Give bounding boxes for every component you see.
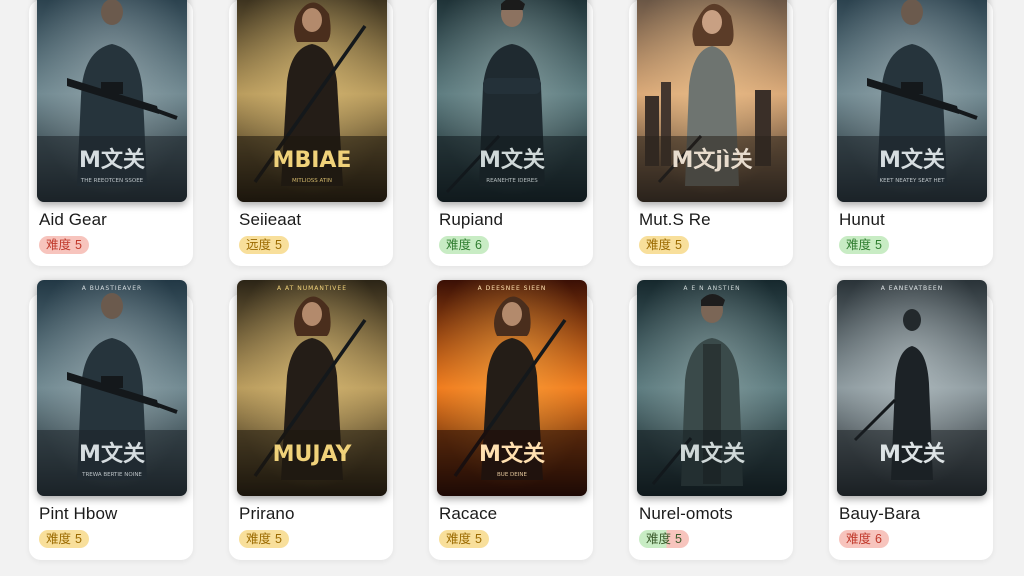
movie-title: Nurel-omots	[639, 504, 733, 523]
poster-sub-text: TREWA BERTIE NOINE	[81, 472, 142, 478]
movie-poster[interactable]: A E NS ATIER M文关 THE REEOTCEN SSOEE	[37, 0, 187, 202]
poster-sub-text: MITLIOSS ATIN	[292, 178, 332, 184]
poster-art: A BUASTIEAVER M文关 TREWA BERTIE NOINE	[37, 280, 187, 496]
difficulty-label: 难度	[46, 532, 72, 546]
movie-grid: A E NS ATIER M文关 THE REEOTCEN SSOEE Aid …	[0, 0, 1024, 576]
poster-art: A E NS ATIER M文关 KEET NEATEY SEAT HET	[837, 0, 987, 202]
poster-title-text: M文jì关	[672, 147, 753, 173]
difficulty-label: 难度	[846, 238, 872, 252]
poster-title-text: M文关	[479, 147, 545, 173]
poster-sub-text: REANEHTE IDERES	[486, 178, 538, 184]
difficulty-badge: 难度 5	[839, 236, 889, 254]
poster-title-text: M文关	[679, 441, 745, 467]
movie-poster[interactable]: A DEESNEE SIEEN M文关 BUE DEINE	[437, 280, 587, 496]
movie-poster[interactable]: A UNAT BEE MBIAE MITLIOSS ATIN	[237, 0, 387, 202]
movie-title: Hunut	[839, 210, 885, 229]
movie-title: Bauy-Bara	[839, 504, 921, 523]
difficulty-label: 难度	[46, 238, 72, 252]
difficulty-label: 难度	[646, 238, 672, 252]
poster-title-text: M文关	[79, 441, 145, 467]
movie-title: Aid Gear	[39, 210, 107, 229]
movie-card[interactable]: A E NS ATIER M文关 THE REEOTCEN SSOEE Aid …	[29, 0, 193, 266]
poster-art: A DEESNEE SIEEN M文关 BUE DEINE	[437, 280, 587, 496]
movie-card[interactable]: A E NS ATIER M文关 KEET NEATEY SEAT HET Hu…	[829, 0, 993, 266]
difficulty-badge: 难度 5	[39, 236, 89, 254]
movie-title: Seiieaat	[239, 210, 302, 229]
difficulty-level: 5	[75, 238, 82, 252]
poster-title-text: MBIAE	[273, 148, 352, 173]
poster-title-text: M文关	[79, 147, 145, 173]
poster-title-text: MUJAY	[273, 442, 353, 467]
movie-poster[interactable]: A EANEVATBEEN M文关	[837, 280, 987, 496]
poster-art: M文jì关	[637, 0, 787, 202]
poster-sub-text: KEET NEATEY SEAT HET	[880, 178, 946, 184]
movie-card[interactable]: A EANEVATBEEN M文关 Bauy-Bara 难度 6	[829, 280, 993, 560]
movie-card[interactable]: A ENSANLEEN M文关 REANEHTE IDERES Rupiand …	[429, 0, 593, 266]
difficulty-level: 5	[75, 532, 82, 546]
poster-title-text: M文关	[879, 147, 945, 173]
movie-card[interactable]: A DEESNEE SIEEN M文关 BUE DEINE Racace 难度 5	[429, 280, 593, 560]
difficulty-badge: 难度 5	[439, 530, 489, 548]
movie-poster[interactable]: A AT NUMANTIVEE MUJAY	[237, 280, 387, 496]
movie-poster[interactable]: A E N ANSTIEN M文关	[637, 280, 787, 496]
poster-top-text: A EANEVATBEEN	[881, 285, 943, 292]
movie-card[interactable]: A BUASTIEAVER M文关 TREWA BERTIE NOINE Pin…	[29, 280, 193, 560]
poster-sub-text: THE REEOTCEN SSOEE	[80, 178, 144, 184]
poster-art: A UNAT BEE MBIAE MITLIOSS ATIN	[237, 0, 387, 202]
movie-title: Mut.S Re	[639, 210, 711, 229]
poster-art: A E NS ATIER M文关 THE REEOTCEN SSOEE	[37, 0, 187, 202]
poster-title-text: M文关	[479, 441, 545, 467]
poster-art: A EANEVATBEEN M文关	[837, 280, 987, 496]
difficulty-badge: 难度 5	[639, 236, 689, 254]
difficulty-level: 5	[275, 238, 282, 252]
difficulty-label: 难度	[646, 532, 672, 546]
movie-card[interactable]: M文jì关 Mut.S Re 难度 5	[629, 0, 793, 266]
difficulty-label: 难度	[246, 532, 272, 546]
movie-title: Rupiand	[439, 210, 504, 229]
difficulty-label: 难度	[846, 532, 872, 546]
movie-poster[interactable]: A BUASTIEAVER M文关 TREWA BERTIE NOINE	[37, 280, 187, 496]
movie-card[interactable]: A E N ANSTIEN M文关 Nurel-omots 难度 5	[629, 280, 793, 560]
poster-title-text: M文关	[879, 441, 945, 467]
poster-art: A ENSANLEEN M文关 REANEHTE IDERES	[437, 0, 587, 202]
difficulty-label: 远度	[246, 238, 272, 252]
movie-poster[interactable]: M文jì关	[637, 0, 787, 202]
difficulty-badge: 难度 5	[39, 530, 89, 548]
poster-art: A E N ANSTIEN M文关	[637, 280, 787, 496]
difficulty-level: 5	[475, 532, 482, 546]
difficulty-badge: 难度 6	[439, 236, 489, 254]
poster-top-text: A BUASTIEAVER	[82, 285, 142, 292]
difficulty-level: 5	[875, 238, 882, 252]
movie-title: Racace	[439, 504, 498, 523]
difficulty-badge: 难度 6	[839, 530, 889, 548]
movie-title: Pint Hbow	[39, 504, 118, 523]
poster-top-text: A E N ANSTIEN	[683, 285, 740, 292]
movie-card[interactable]: A AT NUMANTIVEE MUJAY Prirano 难度 5	[229, 280, 393, 560]
difficulty-level: 5	[675, 238, 682, 252]
movie-title: Prirano	[239, 504, 295, 523]
difficulty-label: 难度	[446, 532, 472, 546]
poster-art: A AT NUMANTIVEE MUJAY	[237, 280, 387, 496]
difficulty-badge: 难度 5	[239, 530, 289, 548]
movie-poster[interactable]: A ENSANLEEN M文关 REANEHTE IDERES	[437, 0, 587, 202]
difficulty-level: 6	[875, 532, 882, 546]
movie-poster[interactable]: A E NS ATIER M文关 KEET NEATEY SEAT HET	[837, 0, 987, 202]
difficulty-level: 6	[475, 238, 482, 252]
difficulty-badge: 远度 5	[239, 236, 289, 254]
difficulty-level: 5	[675, 532, 682, 546]
movie-card[interactable]: A UNAT BEE MBIAE MITLIOSS ATIN Seiieaat …	[229, 0, 393, 266]
difficulty-level: 5	[275, 532, 282, 546]
poster-sub-text: BUE DEINE	[497, 472, 527, 478]
difficulty-badge: 难度 5	[639, 530, 689, 548]
difficulty-label: 难度	[446, 238, 472, 252]
poster-top-text: A AT NUMANTIVEE	[277, 285, 347, 292]
poster-top-text: A DEESNEE SIEEN	[478, 285, 547, 292]
